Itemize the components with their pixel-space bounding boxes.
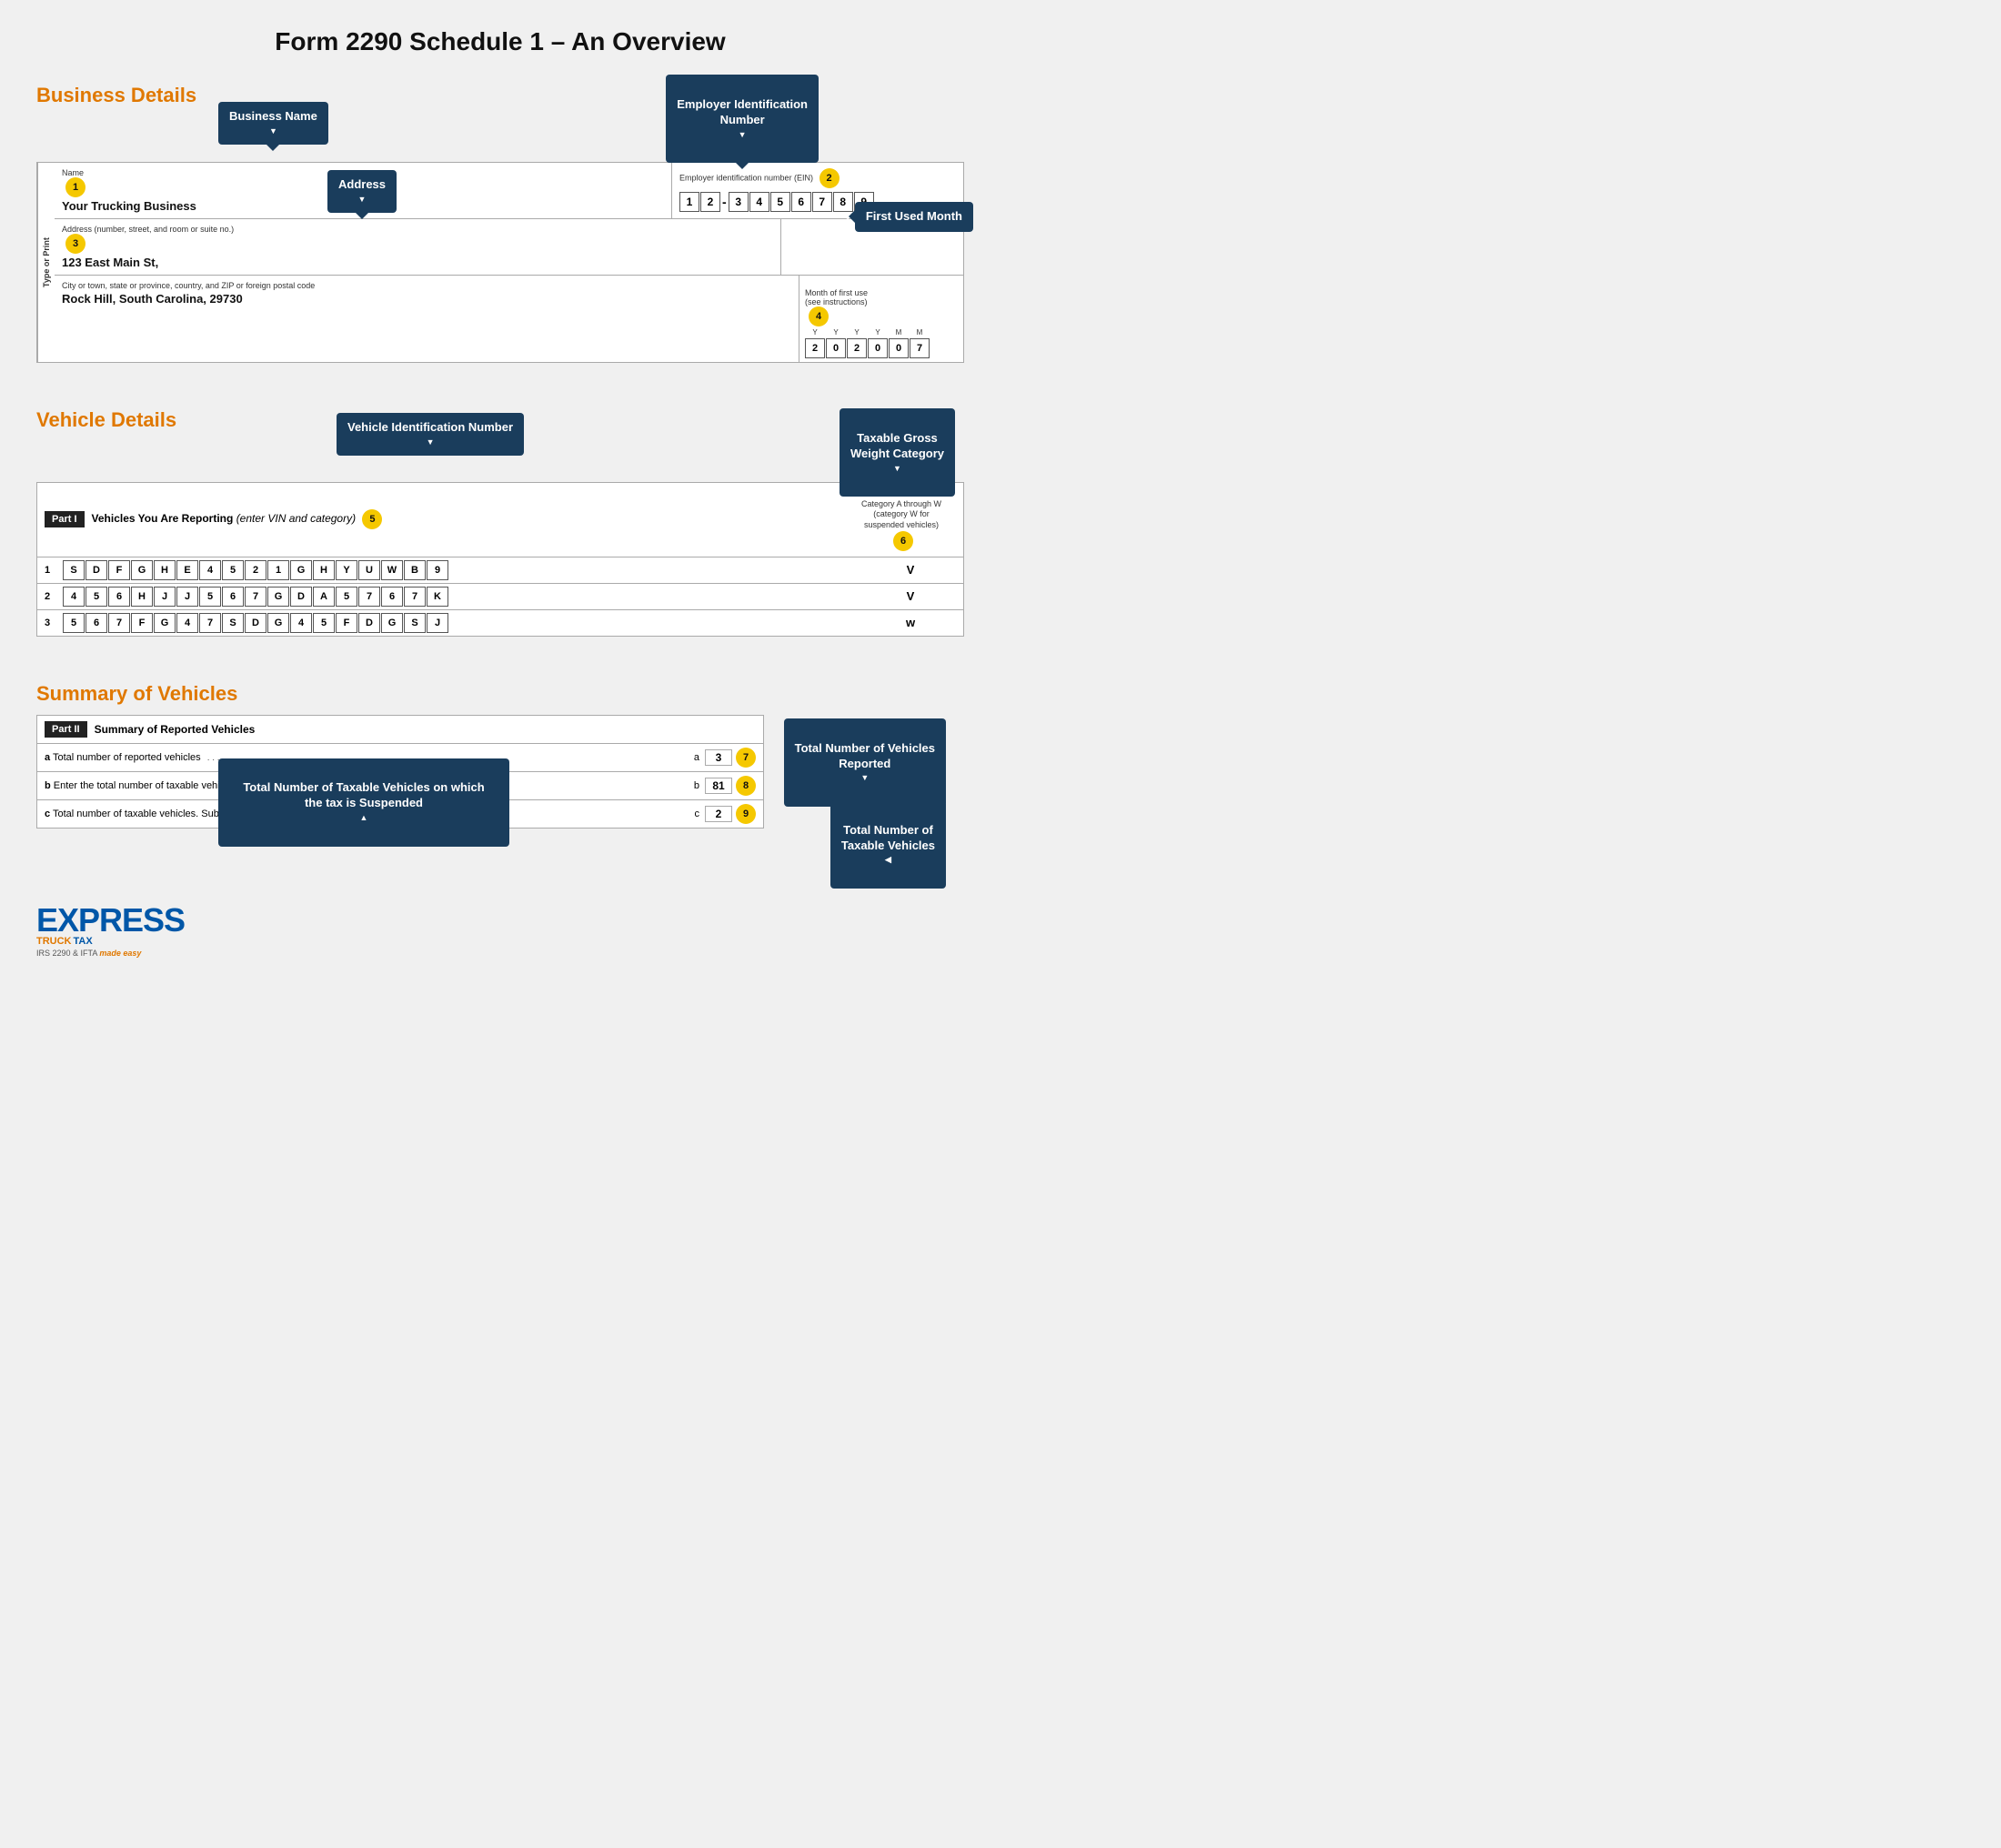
- city-value: Rock Hill, South Carolina, 29730: [62, 292, 791, 306]
- vin-boxes-3: 567FG47SDG45FDGSJ: [63, 613, 860, 633]
- address-callout: Address ▼: [327, 170, 397, 213]
- ein-digit-2: 2: [700, 192, 720, 212]
- row-c-letter: c: [681, 808, 699, 819]
- part2-badge: Part II: [45, 721, 87, 738]
- vehicle-details-section: Vehicle Details Vehicle Identification N…: [36, 408, 964, 637]
- vin-row-1: 1 SDFGHE4521GHYUWB9 V: [37, 557, 963, 584]
- business-section-title: Business Details: [36, 84, 964, 107]
- total-taxable-callout: Total Number of Taxable Vehicles ◀: [830, 800, 946, 889]
- vin-row3-num: 3: [45, 618, 57, 628]
- page-title: Form 2290 Schedule 1 – An Overview: [36, 27, 964, 56]
- badge-3: 3: [65, 234, 85, 254]
- badge-7: 7: [736, 748, 756, 768]
- vehicle-form: Part I Vehicles You Are Reporting (enter…: [36, 482, 964, 637]
- badge-9: 9: [736, 804, 756, 824]
- month-d3: 2: [847, 338, 867, 358]
- summary-section-title: Summary of Vehicles: [36, 682, 964, 706]
- vin-boxes-2: 456HJJ567GDA5767K: [63, 587, 860, 607]
- row-a-value: 3: [705, 749, 732, 766]
- month-field: Month of first use (see instructions) 4 …: [799, 276, 963, 362]
- badge-4: 4: [809, 306, 829, 326]
- vin-row-2: 2 456HJJ567GDA5767K V: [37, 584, 963, 610]
- city-label: City or town, state or province, country…: [62, 281, 791, 290]
- vin-row2-num: 2: [45, 591, 57, 602]
- address-value: 123 East Main St,: [62, 256, 773, 269]
- month-d6: 7: [910, 338, 930, 358]
- vin-row1-cat: V: [865, 563, 956, 577]
- summary-form-header: Part II Summary of Reported Vehicles: [37, 716, 763, 744]
- ein-digit-8: 8: [833, 192, 853, 212]
- ein-digit-3: 3: [729, 192, 749, 212]
- row-b-letter: b: [681, 780, 699, 791]
- badge-6: 6: [893, 531, 913, 551]
- badge-8: 8: [736, 776, 756, 796]
- ein-dash: -: [722, 195, 727, 209]
- logo-express: EXPRESS: [36, 901, 185, 939]
- first-used-month-callout: First Used Month ◀: [855, 202, 973, 232]
- month-label: Month of first use (see instructions) 4: [805, 279, 958, 326]
- row-a-letter: a: [681, 752, 699, 763]
- ein-digit-5: 5: [770, 192, 790, 212]
- total-reported-callout: Total Number of Vehicles Reported ▼: [784, 718, 946, 807]
- vin-row2-cat: V: [865, 589, 956, 603]
- vin-row3-cat: w: [865, 616, 956, 629]
- ein-digit-6: 6: [791, 192, 811, 212]
- ein-callout: Employer Identification Number ▼: [666, 75, 819, 163]
- badge-2: 2: [820, 168, 840, 188]
- suspended-callout: Total Number of Taxable Vehicles on whic…: [218, 758, 509, 847]
- logo-tax: TAX: [74, 936, 93, 947]
- address-label: Address (number, street, and room or sui…: [62, 225, 773, 234]
- ein-digit-4: 4: [749, 192, 769, 212]
- vin-callout: Vehicle Identification Number ▼: [337, 413, 524, 456]
- vin-row-3: 3 567FG47SDG45FDGSJ w: [37, 610, 963, 636]
- tax-gross-callout: Taxable Gross Weight Category ▼: [840, 408, 955, 497]
- month-digit-row: 2 0 2 0 0 7: [805, 338, 958, 358]
- vin-row1-num: 1: [45, 565, 57, 576]
- part1-badge: Part I: [45, 511, 85, 527]
- business-name-callout: Business Name ▼: [218, 102, 328, 145]
- logo: EXPRESS TRUCK TAX IRS 2290 & IFTA made e…: [36, 901, 185, 958]
- summary-section: Summary of Vehicles Total Number of Vehi…: [36, 682, 964, 829]
- part1-title: Vehicles You Are Reporting (enter VIN an…: [92, 509, 840, 529]
- badge-1: 1: [65, 177, 85, 197]
- ein-digit-1: 1: [679, 192, 699, 212]
- vin-boxes-1: SDFGHE4521GHYUWB9: [63, 560, 860, 580]
- logo-area: EXPRESS TRUCK TAX IRS 2290 & IFTA made e…: [36, 901, 964, 958]
- business-details-section: Business Details Business Name ▼ Employe…: [36, 84, 964, 363]
- city-field: City or town, state or province, country…: [55, 276, 799, 362]
- part2-title: Summary of Reported Vehicles: [95, 723, 256, 736]
- badge-5: 5: [362, 509, 382, 529]
- business-form: Type or Print Name 1 Your Trucking Busin…: [36, 162, 964, 363]
- vehicle-form-header: Part I Vehicles You Are Reporting (enter…: [37, 483, 963, 557]
- row-c-value: 2: [705, 806, 732, 822]
- ein-label: Employer identification number (EIN) 2: [679, 168, 956, 188]
- type-or-print-label: Type or Print: [37, 163, 55, 362]
- month-letter-row: Y Y Y Y M M: [805, 328, 958, 336]
- ein-digit-7: 7: [812, 192, 832, 212]
- address-field: Address (number, street, and room or sui…: [55, 219, 781, 275]
- logo-truck: TRUCK: [36, 936, 72, 947]
- month-d1: 2: [805, 338, 825, 358]
- month-d5: 0: [889, 338, 909, 358]
- month-d4: 0: [868, 338, 888, 358]
- logo-tagline: IRS 2290 & IFTA made easy: [36, 949, 185, 958]
- row-b-value: 81: [705, 778, 732, 794]
- month-d2: 0: [826, 338, 846, 358]
